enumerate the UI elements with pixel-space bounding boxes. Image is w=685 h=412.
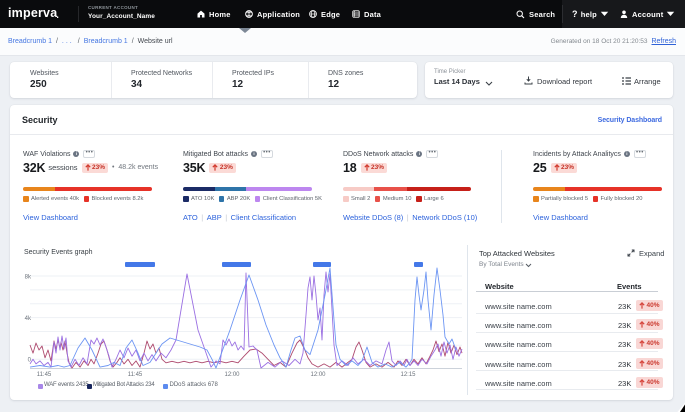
svg-text:8k: 8k (25, 275, 32, 281)
svg-text:11:45: 11:45 (37, 372, 52, 378)
svg-text:12:15: 12:15 (400, 372, 416, 378)
svg-text:11:45: 11:45 (128, 372, 143, 378)
svg-text:12:00: 12:00 (310, 372, 326, 378)
svg-text:4k: 4k (25, 316, 32, 322)
svg-text:12:00: 12:00 (224, 372, 240, 378)
